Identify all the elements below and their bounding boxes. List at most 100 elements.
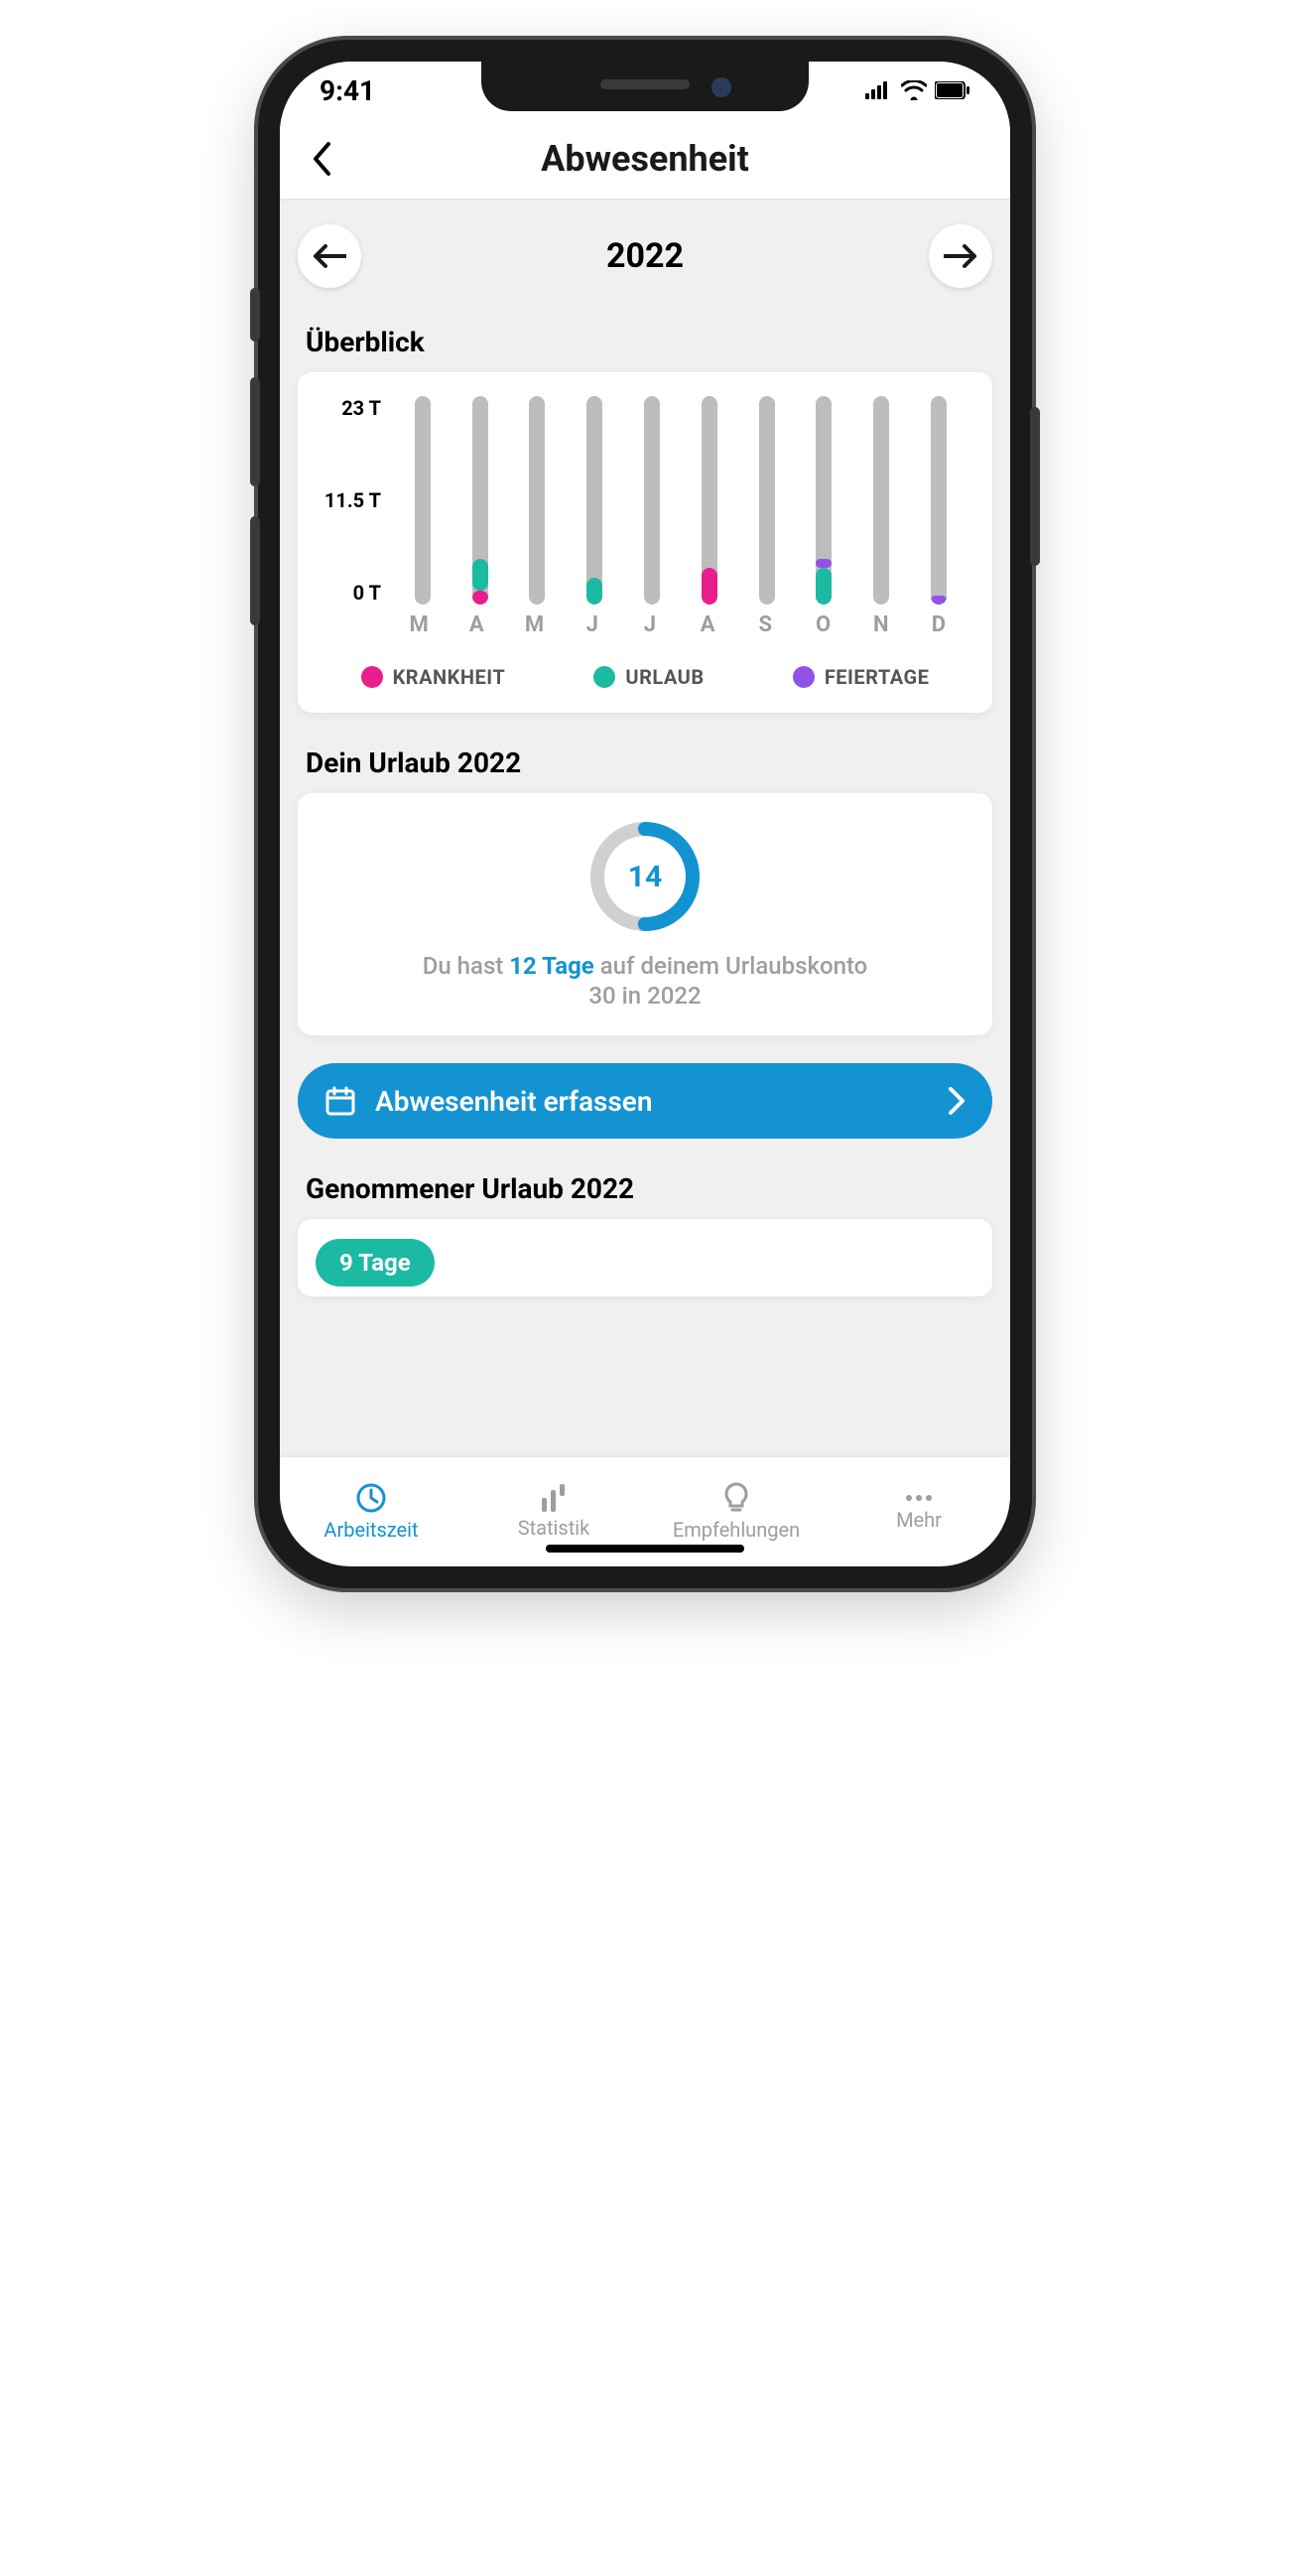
- ytick-min: 0 T: [322, 581, 381, 605]
- vacation-text: Du hast 12 Tage auf deinem Urlaubskonto: [327, 952, 963, 980]
- phone-speaker: [600, 79, 690, 89]
- phone-camera: [711, 77, 731, 97]
- side-button-volume-up: [250, 377, 260, 486]
- header-title: Abwesenheit: [280, 138, 1010, 180]
- year-selector: 2022: [298, 218, 992, 316]
- bar-segment: [472, 559, 488, 591]
- taken-title: Genommener Urlaub 2022: [306, 1172, 992, 1205]
- bar: [816, 396, 832, 605]
- lightbulb-icon: [722, 1482, 750, 1514]
- legend-label-kr: KRANKHEIT: [393, 665, 506, 689]
- bar-col: [855, 396, 907, 605]
- bar-chart-icon: [538, 1484, 570, 1512]
- legend-urlaub: URLAUB: [593, 665, 704, 689]
- bar: [415, 396, 431, 605]
- tab-label-1: Statistik: [518, 1516, 590, 1540]
- content-scroll[interactable]: 2022 Überblick 23 T 11.5 T 0 T MAMJJASON…: [280, 201, 1010, 1457]
- bar-segment: [702, 568, 717, 605]
- vacation-card: 14 Du hast 12 Tage auf deinem Urlaubskon…: [298, 793, 992, 1035]
- ring-wrap: 14: [327, 817, 963, 936]
- more-icon: [903, 1492, 935, 1504]
- tab-label-3: Mehr: [896, 1508, 942, 1532]
- year-label: 2022: [606, 236, 684, 276]
- x-label: S: [739, 612, 791, 637]
- x-label: O: [797, 612, 848, 637]
- tab-label-2: Empfehlungen: [673, 1518, 800, 1542]
- bar-segment: [472, 591, 488, 605]
- cellular-icon: [865, 81, 893, 99]
- tab-bar: Arbeitszeit Statistik Empfehlungen Mehr: [280, 1457, 1010, 1566]
- bar-col: [626, 396, 678, 605]
- side-button-volume-down: [250, 516, 260, 625]
- vacation-title: Dein Urlaub 2022: [306, 746, 992, 779]
- status-time: 9:41: [320, 74, 375, 107]
- overview-card: 23 T 11.5 T 0 T MAMJJASOND KRANKHEIT URL…: [298, 372, 992, 713]
- x-label: M: [508, 612, 560, 637]
- phone-frame: 9:41 Abwesenheit 2022: [258, 40, 1032, 1588]
- legend-krankheit: KRANKHEIT: [361, 665, 506, 689]
- bar-col: [799, 396, 850, 605]
- bar-segment: [586, 578, 602, 605]
- vac-pre: Du hast: [423, 952, 510, 980]
- bar: [931, 396, 947, 605]
- x-label: N: [855, 612, 907, 637]
- phone-screen: 9:41 Abwesenheit 2022: [280, 62, 1010, 1566]
- dot-krankheit: [361, 666, 383, 688]
- chart-bars: [393, 396, 968, 605]
- tab-mehr[interactable]: Mehr: [828, 1457, 1010, 1566]
- side-button-silent: [250, 288, 260, 341]
- status-icons: [865, 80, 970, 100]
- chevron-right-icon: [949, 1087, 965, 1115]
- bar-segment: [931, 596, 947, 605]
- bar-col: [512, 396, 564, 605]
- bar: [873, 396, 889, 605]
- overview-title: Überblick: [306, 326, 992, 358]
- battery-icon: [935, 81, 970, 99]
- bar: [529, 396, 545, 605]
- x-label: J: [567, 612, 618, 637]
- bar: [472, 396, 488, 605]
- x-label: A: [682, 612, 733, 637]
- progress-ring: 14: [585, 817, 705, 936]
- bar-col: [913, 396, 965, 605]
- bar: [644, 396, 660, 605]
- bar-col: [684, 396, 735, 605]
- ytick-mid: 11.5 T: [322, 488, 381, 512]
- bar-col: [454, 396, 506, 605]
- ytick-max: 23 T: [322, 396, 381, 420]
- bar: [702, 396, 717, 605]
- phone-notch: [481, 62, 809, 111]
- chart-y-axis: 23 T 11.5 T 0 T: [322, 396, 381, 605]
- bar-segment: [816, 559, 832, 568]
- vac-post: auf deinem Urlaubskonto: [594, 952, 868, 980]
- prev-year-button[interactable]: [298, 224, 361, 288]
- bar-segment: [816, 568, 832, 605]
- arrow-right-icon: [944, 243, 977, 269]
- next-year-button[interactable]: [929, 224, 992, 288]
- chevron-left-icon: [312, 142, 331, 176]
- bar-col: [397, 396, 449, 605]
- bar: [759, 396, 775, 605]
- x-label: D: [913, 612, 965, 637]
- vac-accent: 12 Tage: [509, 952, 594, 980]
- x-label: J: [624, 612, 676, 637]
- chart-x-axis: MAMJJASOND: [322, 605, 968, 637]
- app-header: Abwesenheit: [280, 119, 1010, 201]
- back-button[interactable]: [300, 137, 343, 181]
- arrow-left-icon: [313, 243, 346, 269]
- record-absence-button[interactable]: Abwesenheit erfassen: [298, 1063, 992, 1139]
- legend-label-ur: URLAUB: [625, 665, 704, 689]
- taken-card: 9 Tage: [298, 1219, 992, 1296]
- dot-urlaub: [593, 666, 615, 688]
- legend-label-fe: FEIERTAGE: [825, 665, 930, 689]
- calendar-icon: [325, 1086, 355, 1116]
- legend-feiertage: FEIERTAGE: [793, 665, 930, 689]
- bar: [586, 396, 602, 605]
- dot-feiertage: [793, 666, 815, 688]
- bar-col: [569, 396, 620, 605]
- vacation-subtext: 30 in 2022: [327, 982, 963, 1010]
- tab-arbeitszeit[interactable]: Arbeitszeit: [280, 1457, 462, 1566]
- side-button-power: [1030, 407, 1040, 566]
- home-indicator[interactable]: [546, 1545, 744, 1553]
- bar-col: [741, 396, 793, 605]
